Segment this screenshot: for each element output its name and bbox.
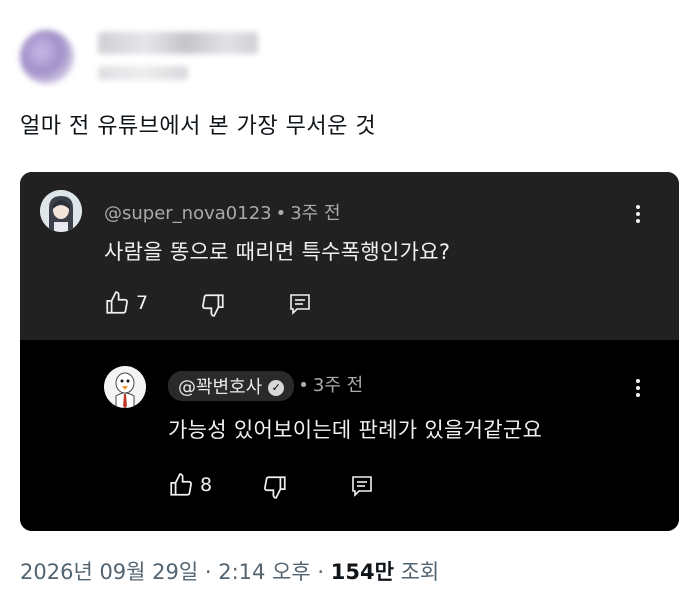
comment-dislike-button[interactable]: [200, 292, 226, 318]
verified-check-icon: ✓: [268, 380, 285, 396]
youtube-reply: @꽉변호사 ✓ • 3주 전 가능성 있어보이는데 판례가 있을거같군요 8: [20, 340, 679, 531]
thumbs-down-icon: [264, 476, 286, 499]
comment-like-button[interactable]: 7: [104, 290, 148, 316]
tweet-timestamp[interactable]: 2026년 09월 29일 · 2:14 오후: [20, 560, 311, 584]
footer-separator: ·: [317, 560, 325, 584]
replier-avatar: [104, 366, 146, 408]
comment-reply-button[interactable]: [288, 292, 312, 316]
author-avatar[interactable]: [20, 30, 74, 84]
tweet-text: 얼마 전 유튜브에서 본 가장 무서운 것: [20, 114, 377, 139]
reply-time: 3주 전: [312, 375, 364, 396]
embedded-screenshot[interactable]: @super_nova0123 • 3주 전 사람을 똥으로 때리면 특수폭행인가요…: [20, 172, 679, 531]
comment-handle[interactable]: @super_nova0123: [104, 203, 272, 224]
comment-time: 3주 전: [290, 203, 341, 224]
thumbs-down-icon: [202, 294, 224, 317]
comment-meta: @super_nova0123 • 3주 전: [104, 203, 341, 224]
reply-dislike-button[interactable]: [262, 474, 288, 500]
view-label: 조회: [400, 560, 440, 584]
reply-meta: @꽉변호사 ✓ • 3주 전: [168, 371, 363, 401]
thumbs-up-icon: [170, 473, 192, 496]
reply-text: 가능성 있어보이는데 판례가 있을거같군요: [168, 418, 543, 442]
reply-comment-icon: [352, 476, 372, 497]
reply-handle: @꽉변호사: [178, 377, 263, 398]
comment-text: 사람을 똥으로 때리면 특수폭행인가요?: [104, 240, 451, 264]
view-count: 154만: [330, 560, 394, 584]
reply-like-button[interactable]: 8: [168, 472, 212, 498]
commenter-avatar: [40, 190, 82, 232]
reply-handle-badge[interactable]: @꽉변호사 ✓: [168, 371, 295, 401]
youtube-comment: @super_nova0123 • 3주 전 사람을 똥으로 때리면 특수폭행인가요…: [20, 172, 679, 340]
tweet-author[interactable]: [20, 22, 280, 92]
reply-reply-button[interactable]: [350, 474, 374, 498]
reply-like-count: 8: [200, 474, 213, 496]
author-handle-blurred[interactable]: [98, 66, 188, 80]
thumbs-up-icon: [106, 291, 128, 314]
more-options-icon[interactable]: [628, 202, 648, 226]
reply-comment-icon: [290, 294, 310, 315]
tweet-footer: 2026년 09월 29일 · 2:14 오후 · 154만 조회: [20, 556, 439, 586]
more-options-icon[interactable]: [628, 376, 648, 400]
comment-like-count: 7: [136, 292, 149, 314]
author-name-blurred[interactable]: [98, 32, 258, 54]
